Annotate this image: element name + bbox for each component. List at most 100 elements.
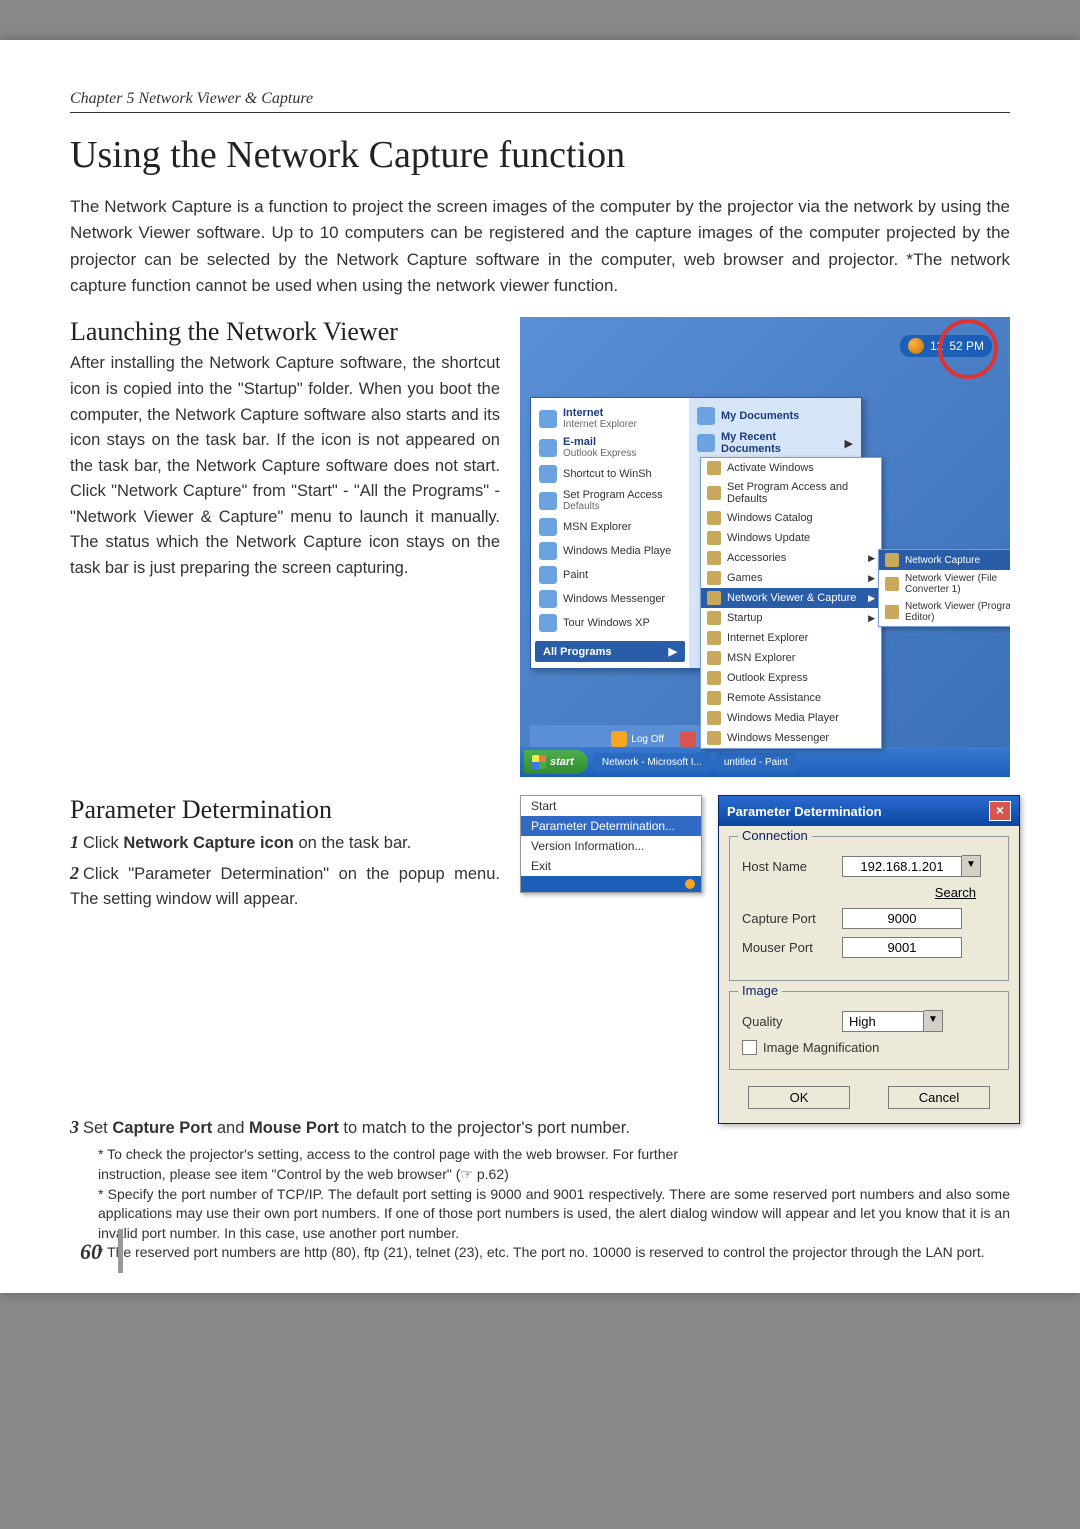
mail-icon (539, 439, 557, 457)
taskbar: start Network - Microsoft I... untitled … (520, 747, 1010, 777)
start-mydocs[interactable]: My Documents (693, 404, 857, 428)
taskbar-item-paint[interactable]: untitled - Paint (716, 753, 796, 772)
start-recent[interactable]: My Recent Documents▶ (693, 428, 857, 458)
step-number: 2 (70, 863, 79, 883)
submenu-network-capture[interactable]: Network Capture (879, 550, 1010, 570)
key-icon (707, 461, 721, 475)
search-link[interactable]: Search (742, 885, 976, 900)
image-legend: Image (738, 983, 782, 998)
start-button[interactable]: start (524, 750, 588, 774)
hostname-dropdown-button[interactable]: ▼ (962, 855, 981, 877)
tray-capture-icon[interactable] (908, 338, 924, 354)
ctx-version[interactable]: Version Information... (521, 836, 701, 856)
ctx-systray (521, 876, 701, 892)
menu-wm[interactable]: Windows Messenger (701, 728, 881, 748)
submenu-file-converter[interactable]: Network Viewer (File Converter 1) (879, 570, 1010, 598)
menu-startup[interactable]: Startup▶ (701, 608, 881, 628)
logoff-button[interactable]: Log Off (611, 731, 664, 747)
menu-catalog[interactable]: Windows Catalog (701, 508, 881, 528)
chevron-right-icon: ▶ (868, 613, 875, 624)
connection-group: Connection Host Name 192.168.1.201 ▼ Sea… (729, 836, 1009, 981)
ctx-parameter-determination[interactable]: Parameter Determination... (521, 816, 701, 836)
start-internet[interactable]: Internet Internet Explorer (535, 404, 685, 433)
messenger-icon (707, 731, 721, 745)
ctx-exit[interactable]: Exit (521, 856, 701, 876)
all-programs-button[interactable]: All Programs ▶ (535, 641, 685, 662)
chevron-right-icon: ▶ (868, 553, 875, 564)
quality-select[interactable]: High (842, 1011, 924, 1032)
highlight-circle (938, 319, 998, 379)
folder-icon (697, 434, 715, 452)
menu-msn[interactable]: MSN Explorer (701, 648, 881, 668)
messenger-icon (539, 590, 557, 608)
note-1: * To check the projector's setting, acce… (98, 1145, 678, 1184)
setprog-icon (539, 492, 557, 510)
wmp-icon (539, 542, 557, 560)
menu-update[interactable]: Windows Update (701, 528, 881, 548)
mouser-port-input[interactable]: 9001 (842, 937, 962, 958)
dialog-title-text: Parameter Determination (727, 804, 882, 819)
mail-icon (707, 671, 721, 685)
magnification-checkbox[interactable] (742, 1040, 757, 1055)
logoff-icon (611, 731, 627, 747)
step-1: 1Click Network Capture icon on the task … (70, 829, 500, 856)
hostname-input[interactable]: 192.168.1.201 (842, 856, 962, 877)
chevron-right-icon: ▶ (845, 437, 853, 450)
chevron-right-icon: ▶ (868, 593, 875, 604)
page-number: 60 (80, 1239, 102, 1265)
intro-paragraph: The Network Capture is a function to pro… (70, 194, 1010, 299)
ctx-start[interactable]: Start (521, 796, 701, 816)
folder-icon (707, 571, 721, 585)
chevron-right-icon: ▶ (669, 645, 677, 658)
section-launching-body: After installing the Network Capture sof… (70, 351, 500, 581)
note-2: * Specify the port number of TCP/IP. The… (98, 1185, 1010, 1244)
connection-legend: Connection (738, 828, 812, 843)
hostname-label: Host Name (742, 859, 842, 874)
nvc-submenu: Network Capture Network Viewer (File Con… (878, 549, 1010, 627)
menu-games[interactable]: Games▶ (701, 568, 881, 588)
start-msn[interactable]: MSN Explorer (535, 515, 685, 539)
ok-button[interactable]: OK (748, 1086, 850, 1109)
windows-logo-icon (532, 755, 546, 769)
catalog-icon (707, 511, 721, 525)
start-email[interactable]: E-mail Outlook Express (535, 433, 685, 462)
help-icon (707, 691, 721, 705)
menu-setprog[interactable]: Set Program Access and Defaults (701, 478, 881, 508)
chevron-right-icon: ▶ (868, 573, 875, 584)
menu-activate[interactable]: Activate Windows (701, 458, 881, 478)
close-button[interactable]: × (989, 801, 1011, 821)
shortcut-icon (539, 465, 557, 483)
submenu-program-editor[interactable]: Network Viewer (Program Editor) (879, 598, 1010, 626)
tour-icon (539, 614, 557, 632)
start-paint[interactable]: Paint (535, 563, 685, 587)
folder-icon (707, 591, 721, 605)
folder-icon (707, 551, 721, 565)
msn-icon (707, 651, 721, 665)
menu-ra[interactable]: Remote Assistance (701, 688, 881, 708)
menu-network-viewer-capture[interactable]: Network Viewer & Capture▶ (701, 588, 881, 608)
menu-wmp[interactable]: Windows Media Player (701, 708, 881, 728)
all-programs-menu: Activate Windows Set Program Access and … (700, 457, 882, 749)
update-icon (707, 531, 721, 545)
start-shortcut[interactable]: Shortcut to WinSh (535, 462, 685, 486)
quality-dropdown-button[interactable]: ▼ (924, 1010, 943, 1032)
magnification-label: Image Magnification (763, 1040, 879, 1055)
start-messenger[interactable]: Windows Messenger (535, 587, 685, 611)
chapter-title: Chapter 5 Network Viewer & Capture (70, 90, 313, 107)
menu-accessories[interactable]: Accessories▶ (701, 548, 881, 568)
start-setprog[interactable]: Set Program Access Defaults (535, 486, 685, 515)
taskbar-item-network[interactable]: Network - Microsoft I... (594, 753, 710, 772)
menu-oe[interactable]: Outlook Express (701, 668, 881, 688)
gear-icon (707, 486, 721, 500)
note-3: * The reserved port numbers are http (80… (98, 1243, 1010, 1263)
start-tour[interactable]: Tour Windows XP (535, 611, 685, 635)
capture-port-input[interactable]: 9000 (842, 908, 962, 929)
capture-port-label: Capture Port (742, 911, 842, 926)
menu-ie[interactable]: Internet Explorer (701, 628, 881, 648)
start-wmp[interactable]: Windows Media Playe (535, 539, 685, 563)
msn-icon (539, 518, 557, 536)
cancel-button[interactable]: Cancel (888, 1086, 990, 1109)
folder-icon (697, 407, 715, 425)
quality-label: Quality (742, 1014, 842, 1029)
editor-icon (885, 605, 899, 619)
